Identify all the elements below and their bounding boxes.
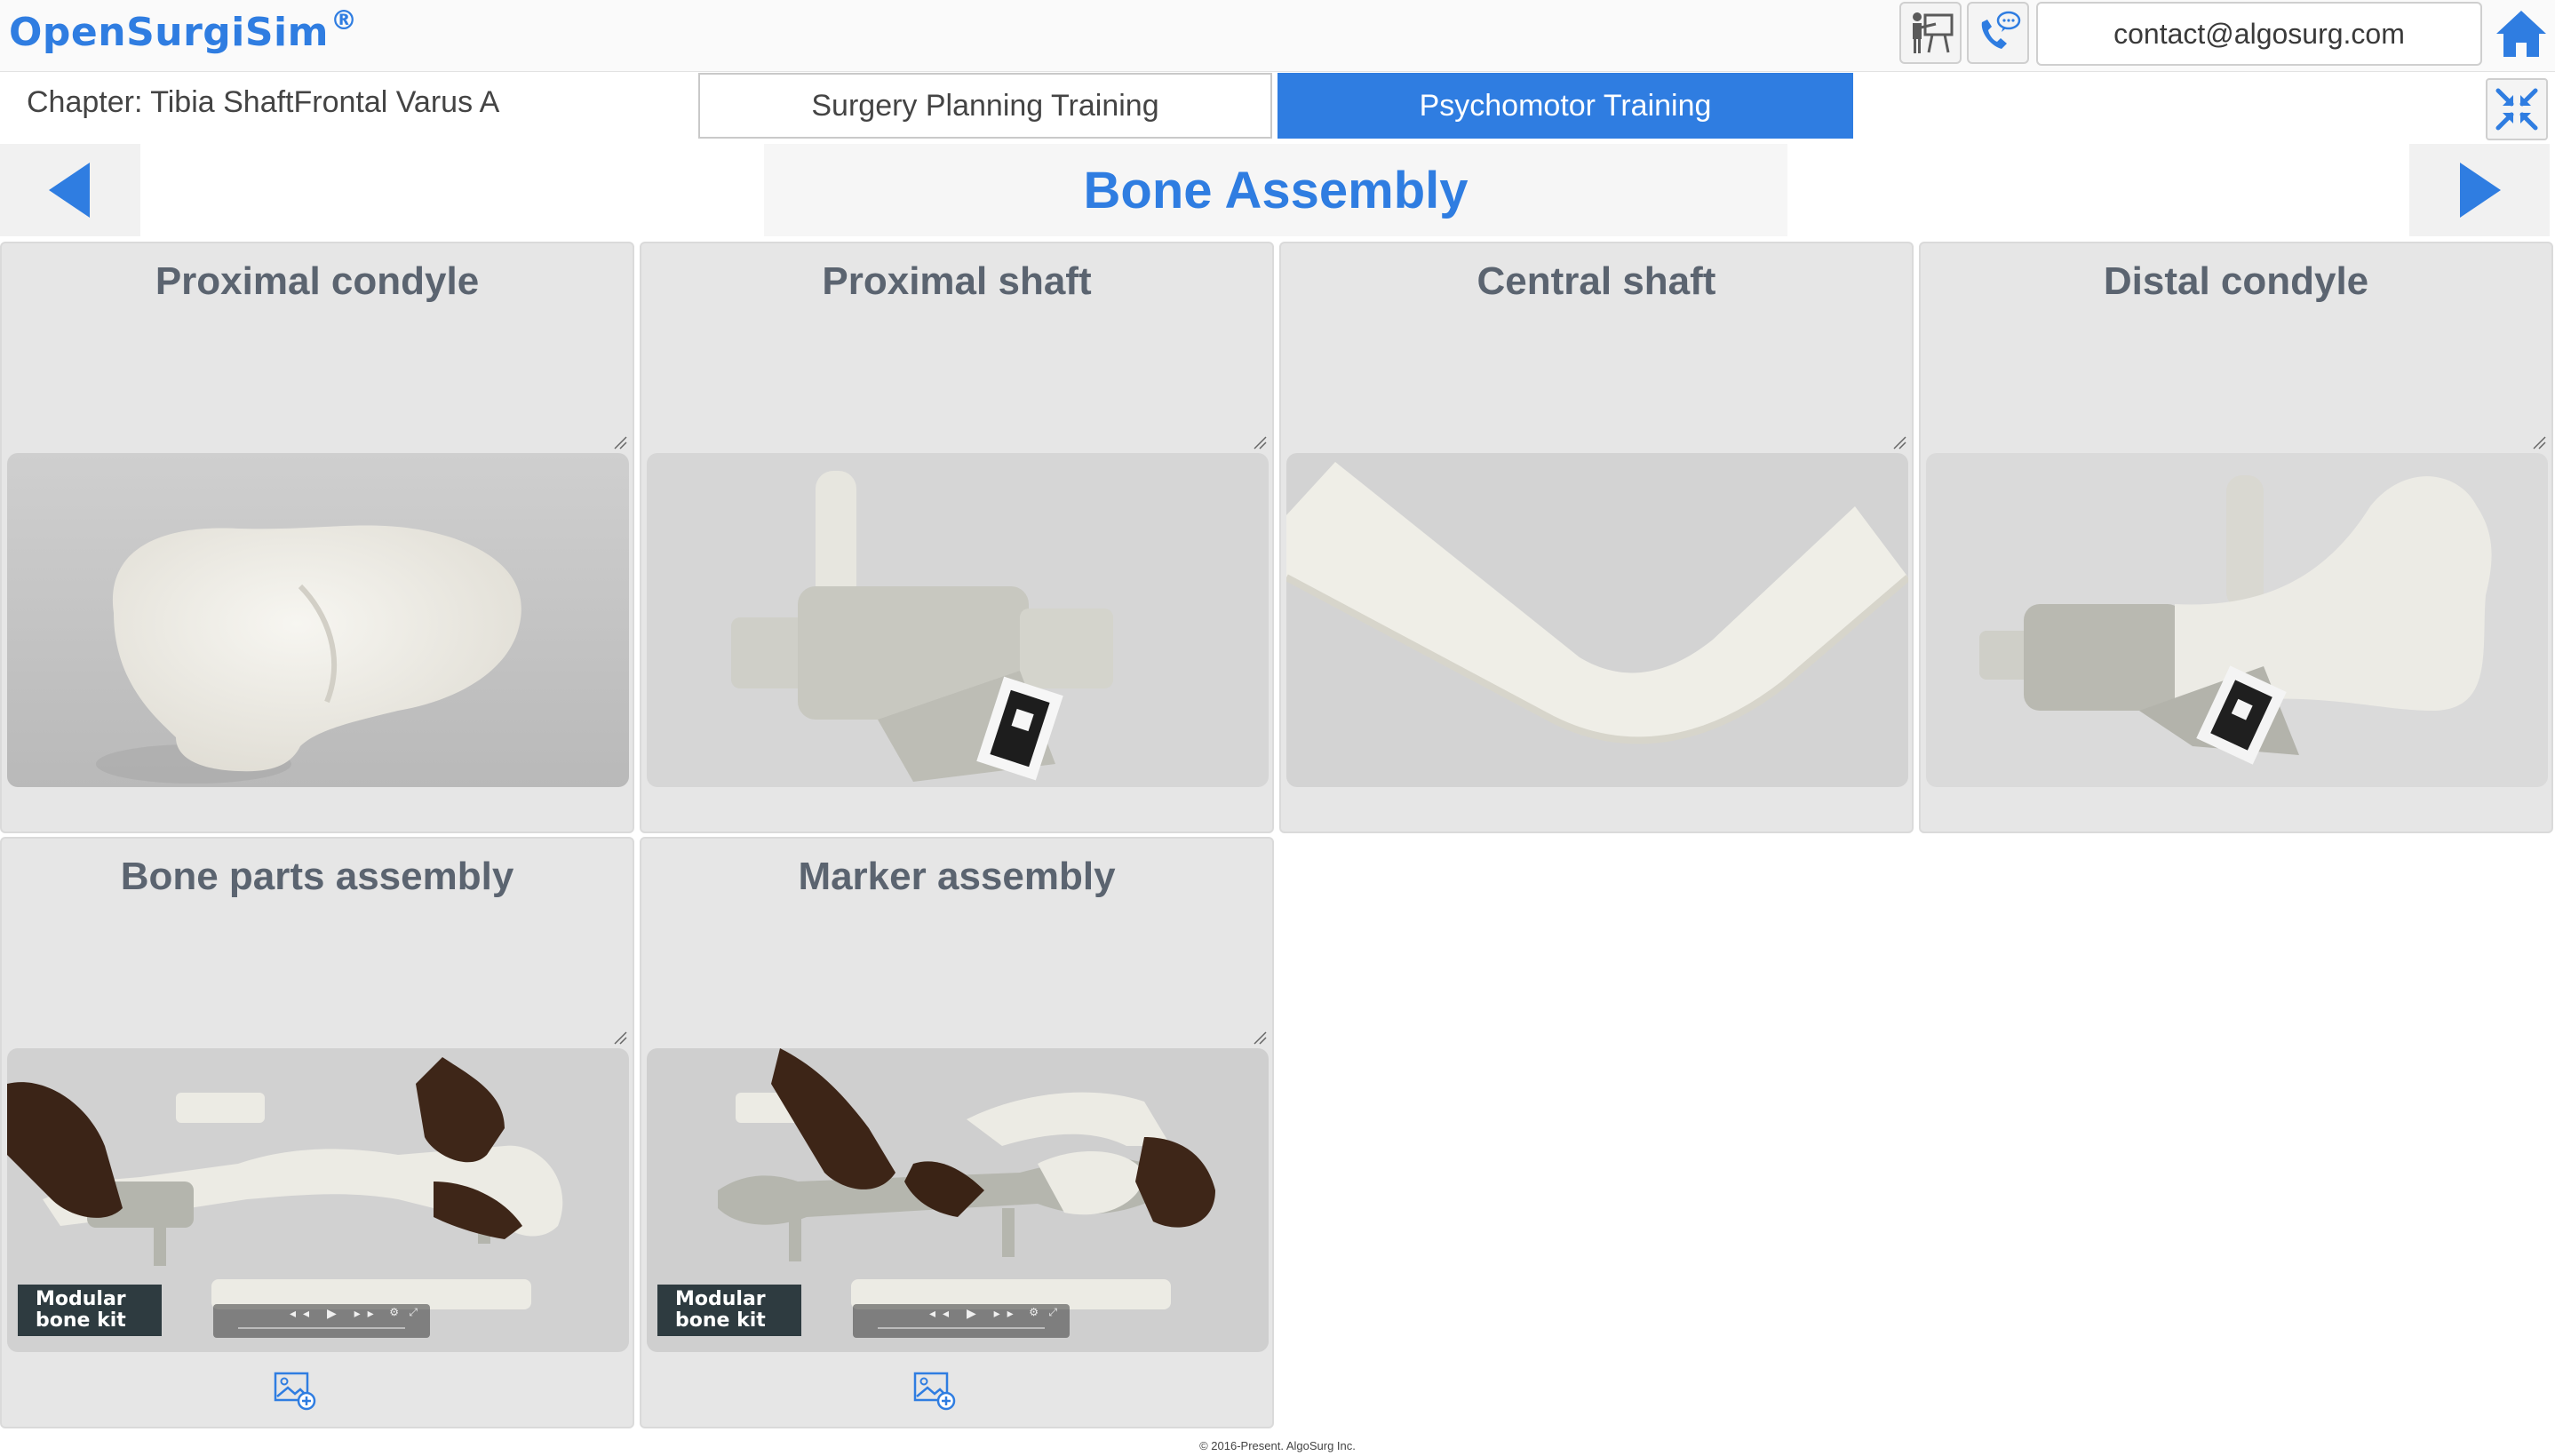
add-image-icon[interactable] — [913, 1370, 956, 1411]
resize-grip-icon[interactable] — [1892, 435, 1906, 450]
video-progress-bar[interactable] — [238, 1327, 405, 1329]
card-title: Central shaft — [1476, 259, 1716, 303]
video-progress-bar[interactable] — [878, 1327, 1045, 1329]
brand-name: OpenSurgiSim — [9, 10, 329, 55]
video-controls[interactable]: ◂◂ ▶ ▸▸ ⚙ ⤢ — [213, 1304, 430, 1338]
arrow-right-icon — [2460, 163, 2501, 218]
section-header: Bone Assembly — [764, 144, 1787, 236]
contact-email: contact@algosurg.com — [2113, 17, 2405, 50]
video-label-line2: bone kit — [675, 1309, 766, 1332]
video-label-line2: bone kit — [36, 1309, 126, 1332]
app-logo[interactable]: OpenSurgiSim® — [9, 5, 357, 55]
video-controls[interactable]: ◂◂ ▶ ▸▸ ⚙ ⤢ — [853, 1304, 1070, 1338]
part-image[interactable] — [1926, 453, 2548, 787]
card-title: Proximal condyle — [155, 259, 480, 303]
fullscreen-settings-icon[interactable]: ⚙ ⤢ — [1029, 1306, 1061, 1319]
playback-buttons-icon[interactable]: ◂◂ ▶ ▸▸ — [929, 1306, 1021, 1321]
resize-grip-icon[interactable] — [613, 435, 627, 450]
part-image[interactable] — [7, 453, 629, 787]
video-label-line1: Modular — [675, 1288, 766, 1310]
arrow-left-icon — [49, 163, 90, 218]
video-player[interactable]: Modular bone kit ◂◂ ▶ ▸▸ ⚙ ⤢ — [647, 1048, 1269, 1352]
chapter-label: Chapter: Tibia ShaftFrontal Varus A — [27, 85, 500, 119]
resize-grip-icon[interactable] — [1253, 1030, 1267, 1045]
contact-call-button[interactable] — [1967, 2, 2029, 64]
distal-condyle-photo — [1926, 453, 2548, 787]
part-image[interactable] — [1286, 453, 1908, 787]
video-label-line1: Modular — [36, 1288, 126, 1310]
next-section-button[interactable] — [2409, 144, 2550, 236]
card-marker-assembly: Marker assembly Modular bone kit ◂◂ ▶ ▸▸… — [640, 837, 1274, 1428]
central-shaft-photo — [1286, 453, 1908, 787]
contact-email-box[interactable]: contact@algosurg.com — [2036, 2, 2482, 66]
video-overlay-label: Modular bone kit — [657, 1285, 801, 1336]
card-bone-parts-assembly: Bone parts assembly Modular bone kit ◂◂ … — [0, 837, 634, 1428]
tab-surgery-planning[interactable]: Surgery Planning Training — [698, 73, 1272, 139]
card-title: Distal condyle — [2103, 259, 2369, 303]
add-image-icon[interactable] — [274, 1370, 316, 1411]
tab-psychomotor-training[interactable]: Psychomotor Training — [1278, 73, 1853, 139]
proximal-condyle-photo — [7, 453, 629, 787]
card-proximal-shaft: Proximal shaft — [640, 242, 1274, 833]
card-proximal-condyle: Proximal condyle — [0, 242, 634, 833]
presentation-button[interactable] — [1899, 2, 1962, 64]
video-player[interactable]: Modular bone kit ◂◂ ▶ ▸▸ ⚙ ⤢ — [7, 1048, 629, 1352]
video-overlay-label: Modular bone kit — [18, 1285, 162, 1336]
collapse-button[interactable] — [2486, 78, 2548, 140]
fullscreen-settings-icon[interactable]: ⚙ ⤢ — [389, 1306, 421, 1319]
copyright-footer: © 2016-Present. AlgoSurg Inc. — [1199, 1439, 1356, 1452]
collapse-arrows-icon — [2495, 88, 2538, 131]
proximal-shaft-photo — [647, 453, 1269, 787]
section-title: Bone Assembly — [1083, 161, 1469, 219]
card-title: Bone parts assembly — [120, 855, 514, 898]
top-bar: OpenSurgiSim® contact@algosurg.com — [0, 0, 2555, 72]
home-icon[interactable] — [2493, 5, 2550, 62]
resize-grip-icon[interactable] — [613, 1030, 627, 1045]
card-central-shaft: Central shaft — [1279, 242, 1914, 833]
card-title: Proximal shaft — [822, 259, 1092, 303]
part-image[interactable] — [647, 453, 1269, 787]
registered-mark: ® — [330, 5, 358, 36]
resize-grip-icon[interactable] — [2532, 435, 2546, 450]
previous-section-button[interactable] — [0, 144, 140, 236]
phone-chat-icon — [1981, 11, 2021, 49]
playback-buttons-icon[interactable]: ◂◂ ▶ ▸▸ — [290, 1306, 381, 1321]
resize-grip-icon[interactable] — [1253, 435, 1267, 450]
card-title: Marker assembly — [798, 855, 1116, 898]
presentation-icon — [1913, 12, 1954, 53]
card-distal-condyle: Distal condyle — [1919, 242, 2553, 833]
